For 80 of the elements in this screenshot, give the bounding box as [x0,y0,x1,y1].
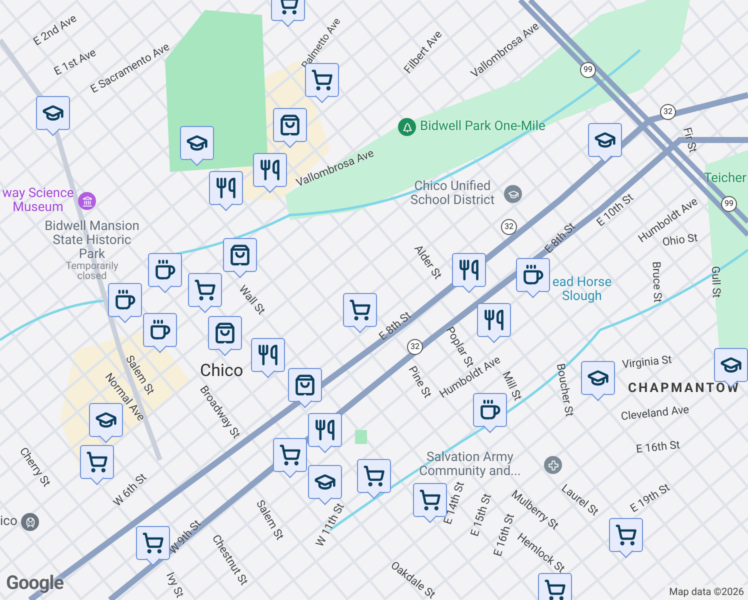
shopping-cart-icon [142,532,164,554]
map-marker[interactable] [36,96,70,138]
shopping-cart-icon [86,451,108,473]
fork-knife-icon [259,159,281,181]
street-label: E 8th St [542,220,578,256]
place-label[interactable]: way Science Museum [2,187,74,215]
fork-knife-icon [483,309,505,331]
map-marker[interactable] [223,238,257,280]
street-label: E 15th St [469,492,493,538]
street-label: E 2nd Ave [32,12,78,48]
map-marker[interactable] [108,283,142,325]
coffee-cup-icon [114,289,136,311]
street-label: W 11th St [314,502,346,548]
street-label: Gull St [710,266,722,298]
map-marker[interactable] [516,258,550,300]
place-label[interactable]: Bidwell Mansion State Historic Park [42,220,142,262]
fork-knife-icon [314,419,336,441]
street-label: Virginia St [622,354,672,370]
map-marker[interactable] [148,253,182,295]
street-label: E 10th St [594,192,636,228]
street-label: Bruce St [650,261,664,303]
street-label: W 6th St [112,472,148,508]
place-label[interactable]: Chico [200,364,244,378]
street-label: Fir St [681,126,699,154]
map-marker[interactable] [80,445,114,487]
shopping-cart-icon [615,524,637,546]
street-label: E 16th St [636,439,680,455]
map-marker[interactable] [136,526,170,568]
map-marker[interactable] [452,253,486,295]
place-note: Temporarily closed [64,262,120,282]
map-marker[interactable] [209,171,243,213]
map-marker[interactable] [208,316,242,358]
street-label: Cleveland Ave [620,404,690,422]
shopping-bag-icon [294,374,316,396]
coffee-cup-icon [154,259,176,281]
coffee-cup-icon [522,264,544,286]
street-label: Boucher St [554,362,576,418]
map-marker[interactable] [357,459,391,501]
map-marker[interactable] [288,368,322,410]
shopping-bag-icon [214,322,236,344]
fork-knife-icon [215,177,237,199]
map-marker[interactable] [609,518,643,560]
map-marker[interactable] [273,108,307,150]
shopping-cart-icon [544,579,566,600]
fork-knife-icon [458,259,480,281]
street-label: Ivy St [164,570,186,600]
map-marker[interactable] [253,153,287,195]
shopping-cart-icon [419,489,441,511]
street-label: E 1st Ave [52,46,98,78]
map-marker[interactable] [251,338,285,380]
shopping-bag-icon [279,114,301,136]
shopping-cart-icon [363,465,385,487]
street-label: E 14th St [442,480,466,526]
street-label: E 16th St [492,512,516,558]
place-label[interactable]: ead Horse Slough [552,276,612,304]
coffee-cup-icon [479,399,501,421]
street-label: E 19th St [628,482,672,514]
map-marker[interactable] [308,413,342,455]
shopping-bag-icon [229,244,251,266]
place-label[interactable]: ico [0,515,18,529]
map-attribution: Map data ©2026 [665,585,748,600]
map-marker[interactable] [188,273,222,315]
shopping-cart-icon [349,299,371,321]
map-marker[interactable] [588,123,622,165]
coffee-cup-icon [149,319,171,341]
place-label[interactable]: Bidwell Park One-Mile [420,120,546,134]
map-marker[interactable] [180,126,214,168]
map-marker[interactable] [273,438,307,480]
map-marker[interactable] [143,313,177,355]
map-marker[interactable] [477,303,511,345]
fork-knife-icon [257,344,279,366]
street-label: Mill St [500,370,524,402]
shopping-cart-icon [279,444,301,466]
place-label[interactable]: Teicher [704,172,746,186]
place-label[interactable]: CHAPMANTOW [628,382,740,396]
map-marker[interactable] [343,293,377,335]
map-marker[interactable] [89,403,123,445]
map-marker[interactable] [581,361,615,403]
shopping-cart-icon [311,69,333,91]
shopping-cart-icon [194,279,216,301]
